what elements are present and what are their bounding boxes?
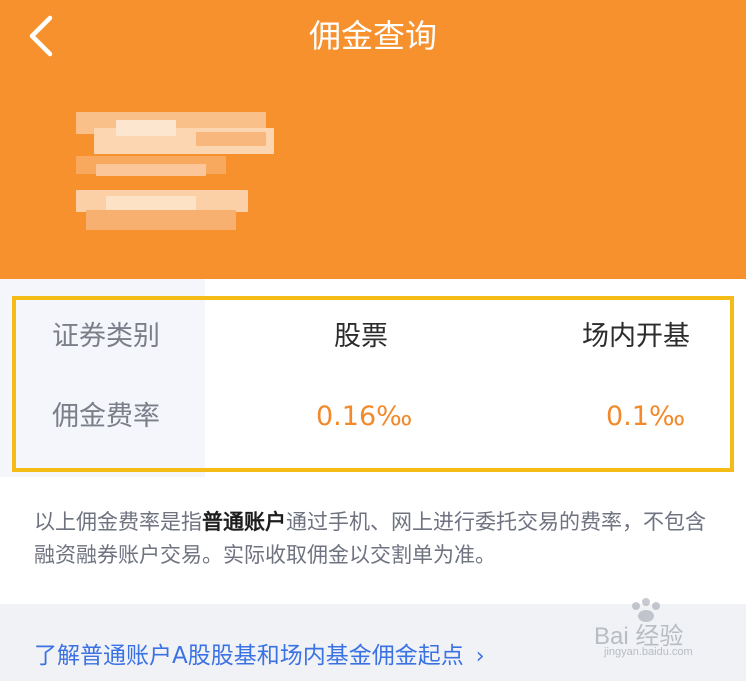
- page-title: 佣金查询: [308, 17, 437, 55]
- chevron-left-icon: [29, 15, 53, 57]
- row-label-commission-rate: 佣金费率: [52, 401, 160, 432]
- label-column: [0, 279, 205, 477]
- header: 佣金查询: [0, 0, 746, 279]
- blurred-account-info: [76, 112, 286, 232]
- page-title-wrapper: 佣金查询: [0, 14, 746, 58]
- back-button[interactable]: [18, 12, 66, 60]
- link-text: 了解普通账户A股股基和场内基金佣金起点: [34, 643, 464, 669]
- note-bold: 普通账户: [202, 510, 286, 534]
- column-header-onexchange-fund: 场内开基: [582, 321, 690, 352]
- commission-table: 证券类别 佣金费率 股票 场内开基 0.16‰ 0.1‰: [0, 279, 746, 477]
- column-header-stock: 股票: [334, 321, 388, 352]
- commission-threshold-link[interactable]: 了解普通账户A股股基和场内基金佣金起点 ›: [34, 640, 485, 673]
- note-prefix: 以上佣金费率是指: [34, 510, 202, 534]
- rate-value-onexchange-fund: 0.1‰: [606, 401, 686, 432]
- chevron-right-icon: ›: [475, 644, 485, 669]
- row-label-security-type: 证券类别: [52, 321, 160, 352]
- watermark: Bai 经验 jingyan.baidu.com: [586, 594, 736, 664]
- watermark-subtext: jingyan.baidu.com: [604, 646, 693, 658]
- commission-note: 以上佣金费率是指普通账户通过手机、网上进行委托交易的费率，不包含融资融券账户交易…: [34, 506, 724, 572]
- rate-value-stock: 0.16‰: [316, 401, 413, 432]
